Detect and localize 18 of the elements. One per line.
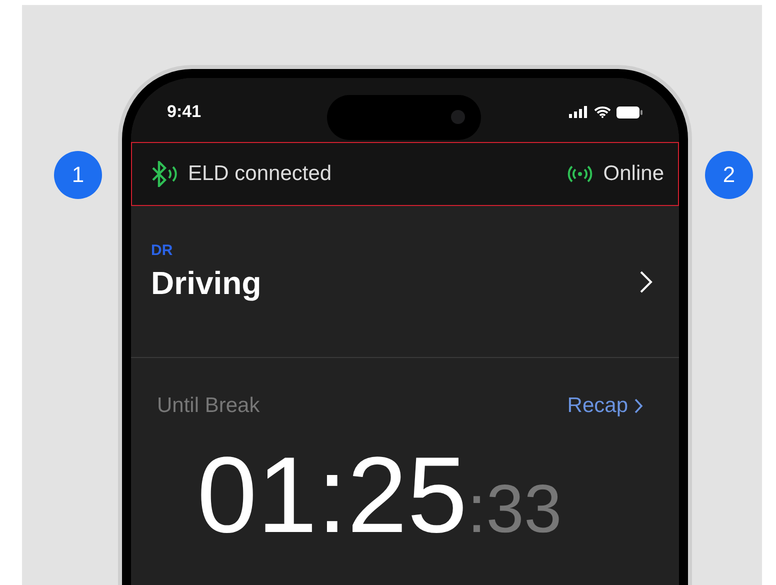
eld-status: ELD connected — [188, 162, 332, 186]
bluetooth-icon — [150, 161, 178, 187]
chevron-right-icon — [639, 270, 653, 294]
recap-link[interactable]: Recap — [567, 394, 643, 418]
wifi-icon — [594, 106, 611, 118]
battery-icon — [616, 106, 643, 118]
timer-main: 01:25 — [197, 434, 468, 555]
duty-code: DR — [151, 242, 174, 258]
status-time: 9:41 — [167, 102, 202, 122]
timer-seconds: :33 — [467, 471, 562, 547]
chevron-right-icon — [634, 398, 643, 414]
timer-label: Until Break — [157, 394, 260, 418]
signal-icon — [569, 106, 589, 118]
callout-badge: 1 — [54, 151, 102, 199]
duty-label: Driving — [151, 264, 262, 302]
callout-badge: 2 — [705, 151, 753, 199]
broadcast-icon — [567, 165, 594, 183]
network-status: Online — [603, 162, 664, 186]
